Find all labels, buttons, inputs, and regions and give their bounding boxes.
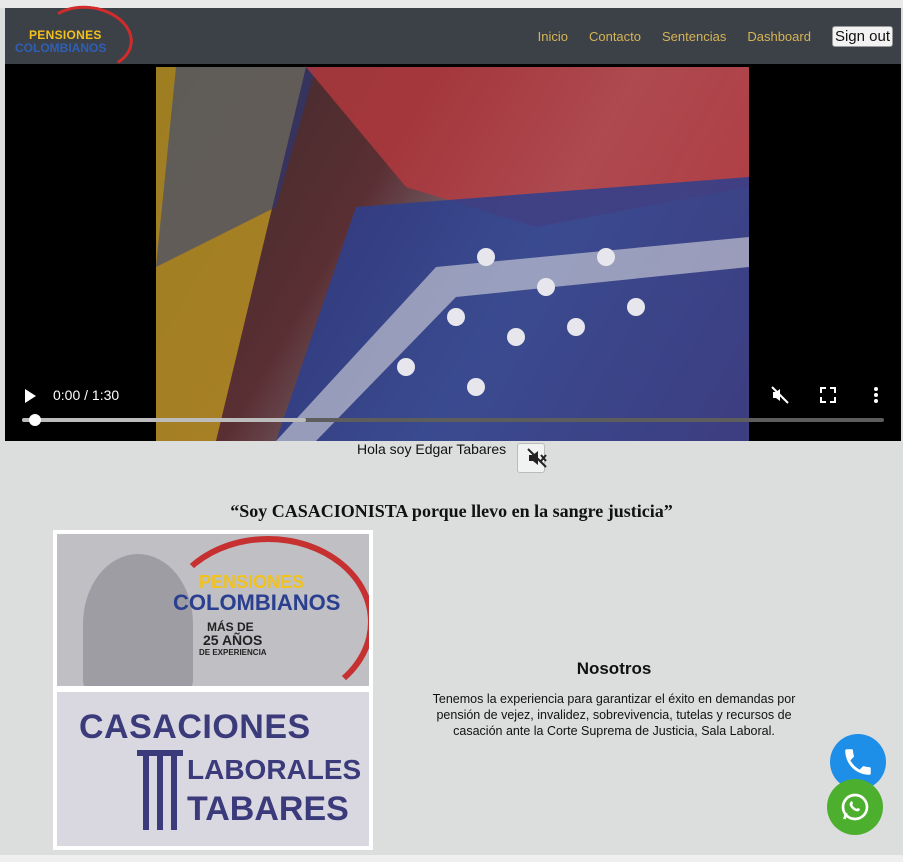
logo-line2: COLOMBIANOS: [15, 41, 107, 55]
unmute-button[interactable]: [517, 443, 547, 473]
bottom-strip: [0, 855, 903, 862]
video-caption: Hola soy Edgar Tabares: [357, 441, 507, 457]
video-buffered: [22, 418, 307, 422]
phone-icon: [845, 749, 871, 775]
about-title: Nosotros: [576, 659, 652, 678]
promo-text-2: COLOMBIANOS: [173, 590, 341, 615]
promo-text-5: DE EXPERIENCIA: [199, 648, 267, 657]
about-text: Tenemos la experiencia para garantizar e…: [432, 691, 796, 738]
fullscreen-icon[interactable]: [818, 385, 838, 405]
promo-image-bottom: CASACIONES LABORALES TABARES: [57, 692, 369, 846]
whatsapp-icon: [841, 793, 869, 821]
volume-muted-icon: [527, 448, 547, 468]
nav-link-sentencias[interactable]: Sentencias: [662, 29, 726, 44]
nav-link-inicio[interactable]: Inicio: [538, 29, 568, 44]
video-time: 0:00 / 1:30: [53, 387, 120, 403]
sign-out-button[interactable]: Sign out: [831, 25, 893, 47]
promo-text-tabares: TABARES: [187, 790, 349, 828]
promo-text-casaciones: CASACIONES: [79, 708, 311, 746]
nav-links: Inicio Contacto Sentencias Dashboard Sig…: [538, 8, 901, 64]
promo-image: PENSIONES COLOMBIANOS MÁS DE 25 AÑOS DE …: [53, 530, 373, 850]
whatsapp-button[interactable]: [827, 779, 883, 835]
volume-muted-icon[interactable]: [770, 385, 790, 405]
promo-text-4: 25 AÑOS: [203, 632, 263, 648]
play-icon[interactable]: [25, 389, 36, 403]
logo-line1: PENSIONES: [29, 28, 102, 42]
more-vertical-icon[interactable]: [866, 385, 886, 405]
promo-image-top: PENSIONES COLOMBIANOS MÁS DE 25 AÑOS DE …: [57, 534, 369, 686]
video-progress-thumb[interactable]: [29, 414, 41, 426]
brand-logo[interactable]: PENSIONES COLOMBIANOS: [13, 0, 138, 76]
video-progress-bar[interactable]: [22, 414, 884, 426]
top-strip: [0, 0, 903, 8]
video-controls: 0:00 / 1:30: [5, 371, 901, 441]
nav-link-dashboard[interactable]: Dashboard: [747, 29, 811, 44]
promo-text-laborales: LABORALES: [187, 754, 362, 785]
navbar: PENSIONES COLOMBIANOS Inicio Contacto Se…: [5, 0, 901, 76]
video-player[interactable]: 0:00 / 1:30: [5, 64, 901, 441]
quote-heading: “Soy CASACIONISTA porque llevo en la san…: [230, 500, 673, 521]
pillar-icon: [137, 750, 183, 832]
nav-link-contacto[interactable]: Contacto: [589, 29, 641, 44]
